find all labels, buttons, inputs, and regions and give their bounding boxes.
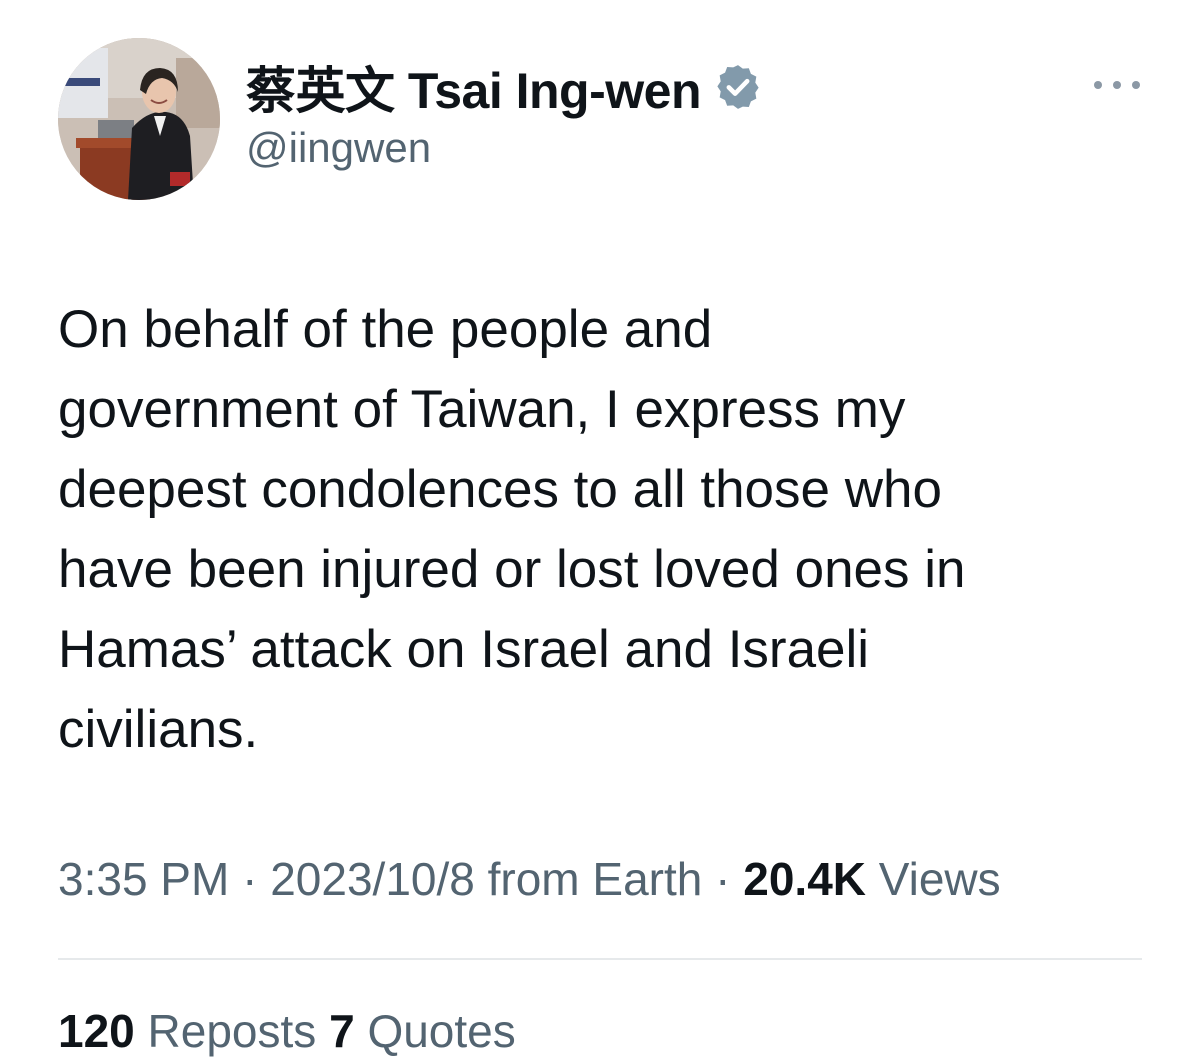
tweet-date-source[interactable]: 2023/10/8 from Earth [270, 853, 702, 905]
reposts-label[interactable]: Reposts [148, 1005, 317, 1057]
more-dot [1113, 81, 1121, 89]
tweet-text: On behalf of the people and government o… [58, 290, 1168, 770]
quotes-count[interactable]: 7 [329, 1005, 355, 1057]
more-dot [1132, 81, 1140, 89]
tweet-text-line: government of Taiwan, I express my [58, 380, 906, 439]
quotes-label[interactable]: Quotes [367, 1005, 515, 1057]
tweet-text-line: Hamas’ attack on Israel and Israeli [58, 620, 870, 679]
tweet-text-line: have been injured or lost loved ones in [58, 540, 966, 599]
views-count: 20.4K [743, 853, 866, 905]
verified-badge-icon[interactable] [713, 62, 763, 112]
meta-separator: · [715, 853, 731, 905]
author-name-row: 蔡英文 Tsai Ing-wen [246, 52, 763, 122]
author-display-name[interactable]: 蔡英文 Tsai Ing-wen [246, 51, 702, 123]
more-dot [1094, 81, 1102, 89]
engagement-stats: 120 Reposts 7 Quotes [58, 1004, 516, 1058]
author-handle[interactable]: @iingwen [246, 124, 431, 172]
avatar-photo [58, 38, 220, 200]
meta-separator: · [242, 853, 258, 905]
views-label: Views [878, 853, 1001, 905]
tweet-text-line: On behalf of the people and [58, 300, 713, 359]
avatar[interactable] [58, 38, 220, 200]
more-horizontal-icon[interactable] [1094, 70, 1140, 100]
tweet-text-line: civilians. [58, 700, 259, 759]
divider [58, 958, 1142, 960]
tweet-text-line: deepest condolences to all those who [58, 460, 942, 519]
tweet-time[interactable]: 3:35 PM [58, 853, 229, 905]
tweet: 蔡英文 Tsai Ing-wen @iingwen On behalf of t… [0, 0, 1200, 1057]
tweet-meta: 3:35 PM · 2023/10/8 from Earth · 20.4K V… [58, 852, 1001, 906]
reposts-count[interactable]: 120 [58, 1005, 135, 1057]
